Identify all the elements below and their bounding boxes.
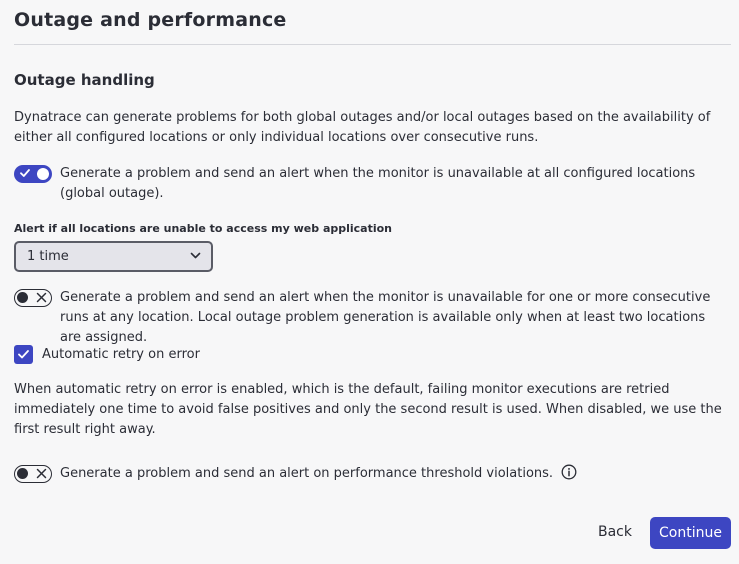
- alert-frequency-select[interactable]: 1 time: [14, 241, 213, 272]
- outage-description: Dynatrace can generate problems for both…: [14, 110, 711, 145]
- retry-checkbox-row: Automatic retry on error: [14, 344, 314, 364]
- back-button[interactable]: Back: [591, 517, 639, 548]
- local-outage-toggle[interactable]: [14, 289, 52, 307]
- title-divider: [14, 44, 731, 45]
- performance-toggle-row: Generate a problem and send an alert on …: [14, 464, 726, 486]
- alert-select-label: Alert if all locations are unable to acc…: [14, 222, 393, 235]
- toggle-knob: [17, 468, 28, 479]
- info-icon[interactable]: [561, 464, 577, 480]
- performance-label-wrap: Generate a problem and send an alert on …: [60, 464, 726, 484]
- checkmark-icon: [18, 350, 29, 359]
- retry-description: When automatic retry on error is enabled…: [14, 382, 722, 437]
- checkmark-icon: [20, 169, 30, 177]
- global-outage-toggle-row: Generate a problem and send an alert whe…: [14, 164, 726, 204]
- page-title: Outage and performance: [14, 9, 287, 31]
- section-title-outage-handling: Outage handling: [14, 71, 155, 89]
- local-outage-toggle-row: Generate a problem and send an alert whe…: [14, 288, 726, 345]
- toggle-knob: [17, 292, 28, 303]
- retry-checkbox-label: Automatic retry on error: [42, 347, 200, 362]
- performance-toggle[interactable]: [14, 465, 52, 483]
- performance-label: Generate a problem and send an alert on …: [60, 466, 554, 481]
- global-outage-toggle[interactable]: [14, 165, 52, 183]
- select-value: 1 time: [27, 249, 69, 264]
- global-outage-label: Generate a problem and send an alert whe…: [60, 166, 696, 201]
- chevron-down-icon: [190, 252, 201, 259]
- toggle-knob: [37, 168, 49, 180]
- continue-button[interactable]: Continue: [650, 517, 731, 549]
- x-icon: [36, 468, 47, 479]
- retry-checkbox[interactable]: [14, 345, 33, 364]
- local-outage-label: Generate a problem and send an alert whe…: [60, 290, 711, 345]
- x-icon: [36, 292, 47, 303]
